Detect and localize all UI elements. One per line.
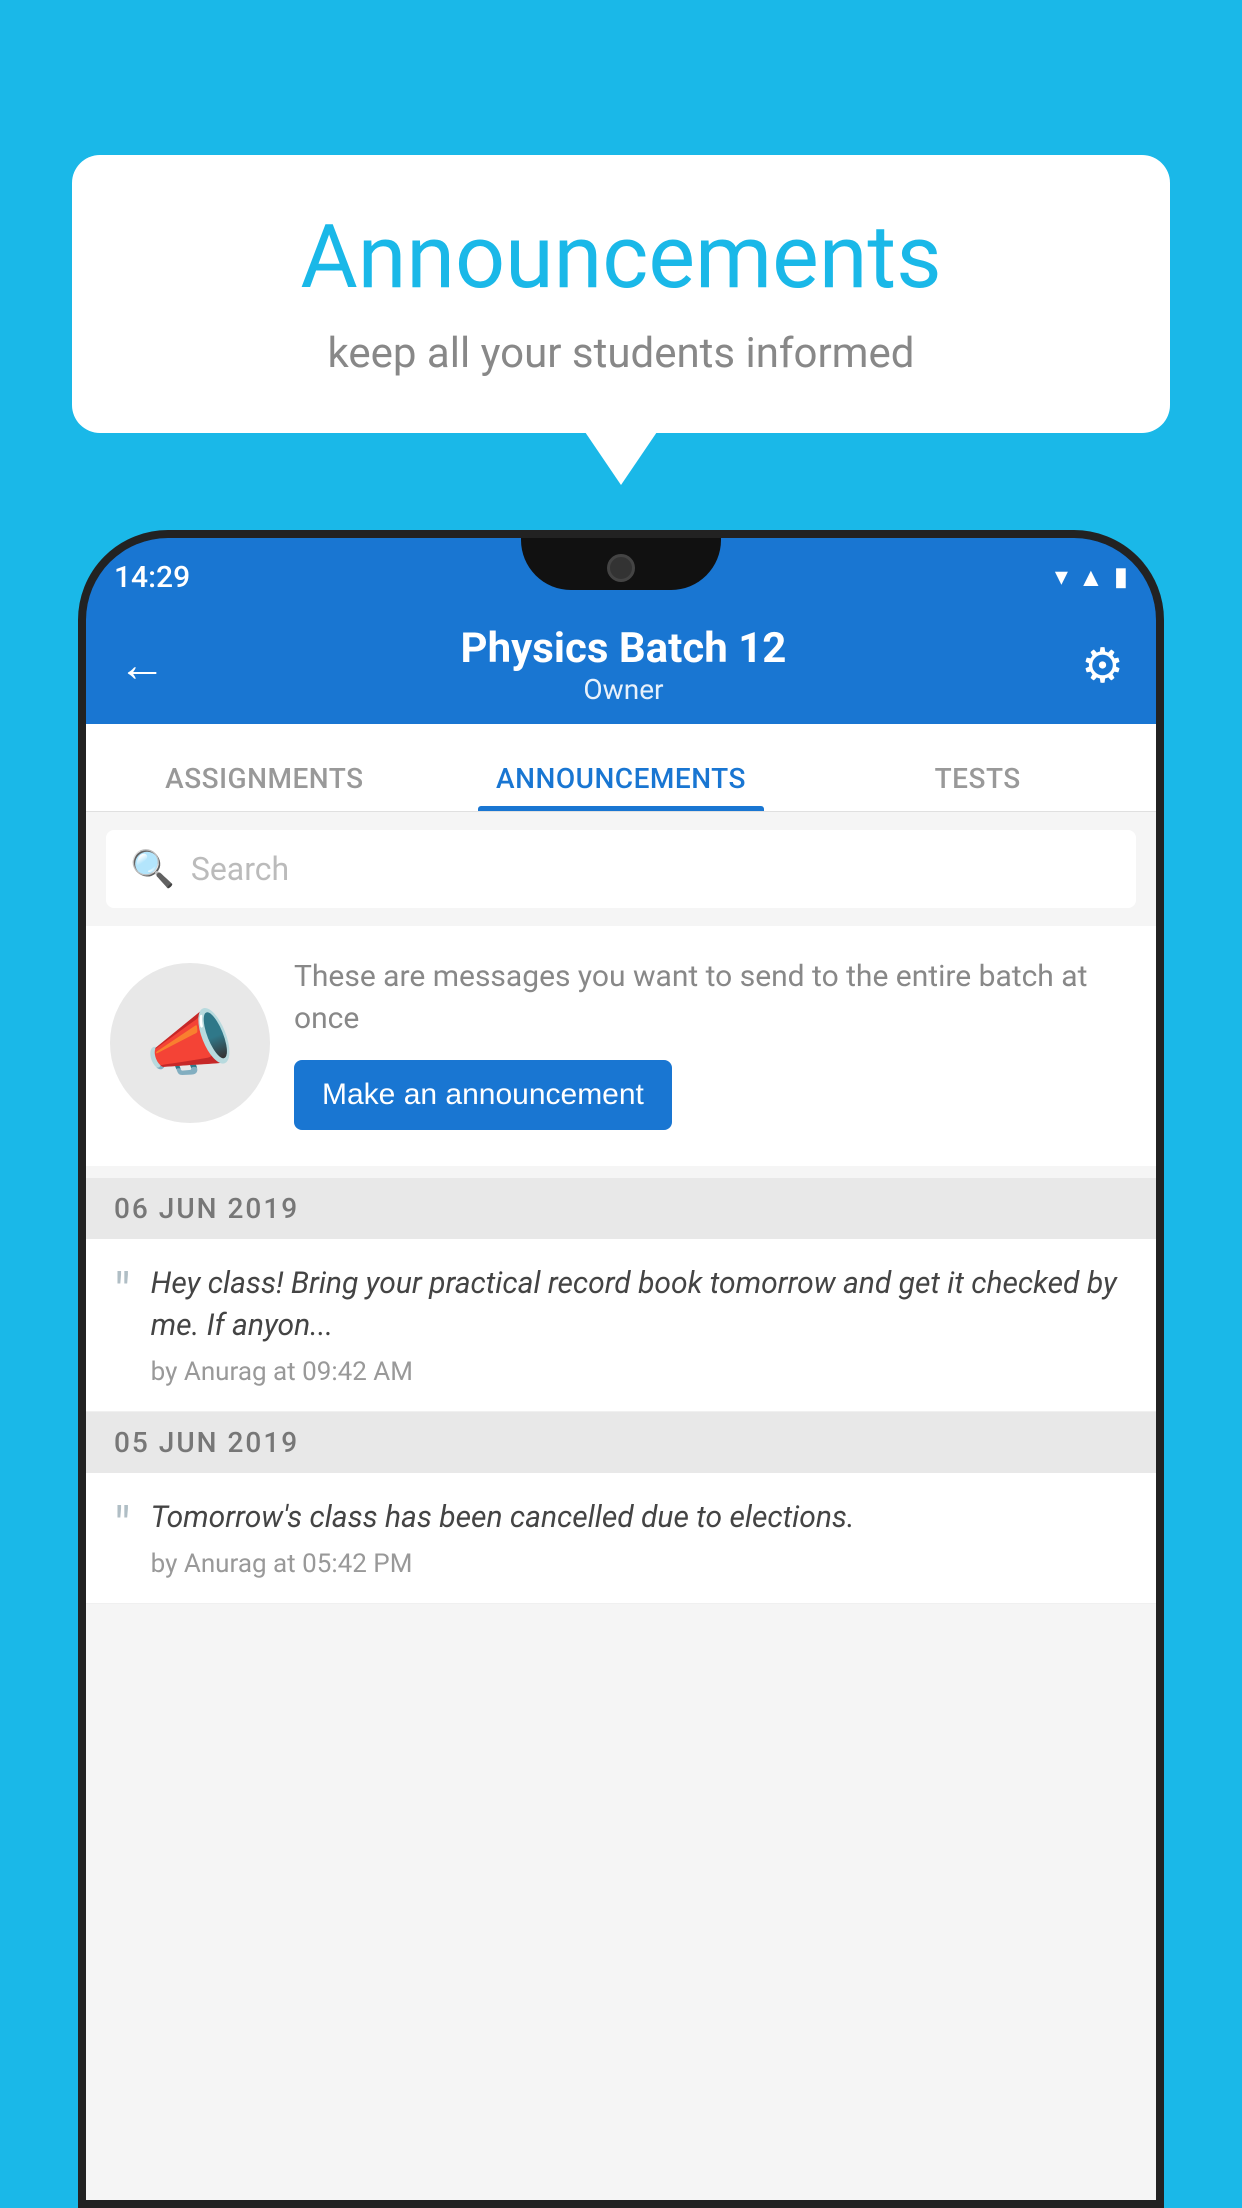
announcement-item-2[interactable]: " Tomorrow's class has been cancelled du… bbox=[86, 1473, 1156, 1604]
quote-icon-2: " bbox=[114, 1501, 131, 1553]
tab-tests[interactable]: TESTS bbox=[799, 762, 1156, 811]
megaphone-circle: 📣 bbox=[110, 963, 270, 1123]
bubble-subtitle: keep all your students informed bbox=[132, 329, 1110, 378]
status-icons: ▾ ▲ ▮ bbox=[1055, 552, 1128, 593]
announcement-prompt: 📣 These are messages you want to send to… bbox=[86, 926, 1156, 1166]
speech-bubble: Announcements keep all your students inf… bbox=[72, 155, 1170, 433]
app-header: ← Physics Batch 12 Owner ⚙ bbox=[86, 606, 1156, 724]
announcement-body-2: Tomorrow's class has been cancelled due … bbox=[151, 1497, 1128, 1579]
quote-icon-1: " bbox=[114, 1267, 131, 1319]
settings-icon[interactable]: ⚙ bbox=[1081, 637, 1124, 694]
volume-up-button bbox=[78, 818, 82, 888]
date-separator-1: 06 JUN 2019 bbox=[86, 1178, 1156, 1239]
speech-bubble-container: Announcements keep all your students inf… bbox=[72, 155, 1170, 433]
announcement-item-1[interactable]: " Hey class! Bring your practical record… bbox=[86, 1239, 1156, 1412]
bubble-title: Announcements bbox=[132, 210, 1110, 307]
front-camera bbox=[607, 554, 635, 582]
signal-icon: ▲ bbox=[1078, 562, 1104, 593]
announcement-message-1: Hey class! Bring your practical record b… bbox=[151, 1263, 1128, 1347]
screen-content: 🔍 Search 📣 These are messages you want t… bbox=[86, 812, 1156, 2200]
tab-assignments[interactable]: ASSIGNMENTS bbox=[86, 762, 443, 811]
search-icon: 🔍 bbox=[130, 848, 175, 890]
phone-mockup: 14:29 ▾ ▲ ▮ ← Physics Batch 12 Owner ⚙ A… bbox=[78, 530, 1164, 2208]
search-bar[interactable]: 🔍 Search bbox=[106, 830, 1136, 908]
volume-down-button bbox=[78, 908, 82, 978]
search-placeholder: Search bbox=[191, 850, 289, 888]
batch-subtitle: Owner bbox=[461, 673, 787, 706]
make-announcement-button[interactable]: Make an announcement bbox=[294, 1060, 672, 1130]
header-title-area: Physics Batch 12 Owner bbox=[461, 624, 787, 706]
announcement-description: These are messages you want to send to t… bbox=[294, 956, 1132, 1040]
announcement-body-1: Hey class! Bring your practical record b… bbox=[151, 1263, 1128, 1387]
announcement-meta-2: by Anurag at 05:42 PM bbox=[151, 1549, 1128, 1579]
tabs-bar: ASSIGNMENTS ANNOUNCEMENTS TESTS bbox=[86, 724, 1156, 812]
date-separator-2: 05 JUN 2019 bbox=[86, 1412, 1156, 1473]
status-time: 14:29 bbox=[114, 550, 190, 595]
battery-icon: ▮ bbox=[1114, 562, 1128, 592]
megaphone-icon: 📣 bbox=[145, 1001, 235, 1086]
wifi-icon: ▾ bbox=[1055, 562, 1068, 592]
tab-announcements[interactable]: ANNOUNCEMENTS bbox=[443, 762, 800, 811]
batch-title: Physics Batch 12 bbox=[461, 624, 787, 673]
phone-notch bbox=[521, 538, 721, 590]
announcement-text-area: These are messages you want to send to t… bbox=[294, 956, 1132, 1130]
announcement-meta-1: by Anurag at 09:42 AM bbox=[151, 1357, 1128, 1387]
power-button bbox=[1160, 858, 1164, 958]
back-icon[interactable]: ← bbox=[118, 641, 166, 689]
announcement-message-2: Tomorrow's class has been cancelled due … bbox=[151, 1497, 1128, 1539]
